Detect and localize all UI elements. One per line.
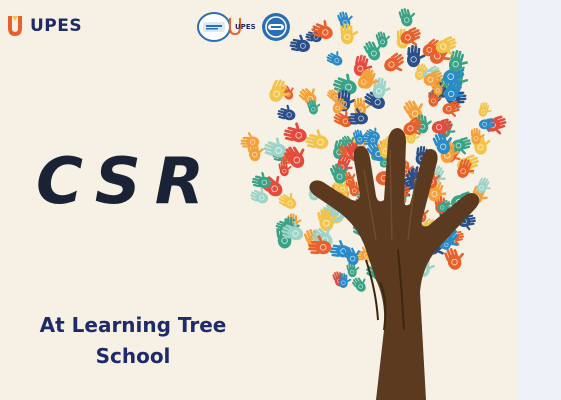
tree-of-handprints-icon [240, 8, 507, 400]
handprint-leaf [337, 11, 353, 29]
handprint-leaf [398, 8, 416, 27]
handprint-leaf [457, 158, 475, 178]
brand-name: UPES [30, 16, 83, 36]
poster-title: CSR [36, 145, 219, 219]
handprint-leaf [240, 132, 260, 148]
handprint-leaf [384, 52, 404, 72]
handprint-leaf [478, 101, 492, 117]
csr-poster: UPES UPES CSR At Learning Tree School [0, 0, 517, 400]
handprint-leaf [375, 31, 391, 48]
handprint-leaf [305, 129, 329, 150]
upes-u-logo-icon [8, 16, 22, 36]
handprint-leaf [326, 51, 343, 66]
upes-brand: UPES [6, 14, 82, 38]
side-margin [517, 0, 561, 400]
handprint-leaf [277, 104, 296, 121]
handprint-leaf [283, 122, 307, 143]
